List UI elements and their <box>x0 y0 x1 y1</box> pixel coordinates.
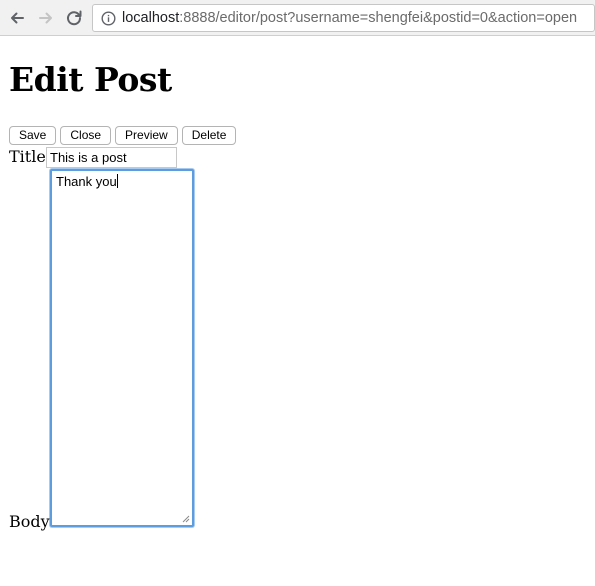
info-icon[interactable] <box>101 10 116 26</box>
body-textarea[interactable]: Thank you <box>50 169 194 527</box>
browser-toolbar: localhost:8888/editor/post?username=shen… <box>0 0 595 36</box>
forward-button[interactable] <box>34 6 58 30</box>
editor-actions: Save Close Preview Delete <box>9 126 240 146</box>
address-url: localhost:8888/editor/post?username=shen… <box>122 10 577 26</box>
title-label: Title <box>9 147 46 166</box>
body-text: Thank you <box>56 174 117 189</box>
reload-icon <box>67 10 82 26</box>
body-label: Body <box>9 512 50 531</box>
forward-arrow-icon <box>39 12 52 24</box>
page-title: Edit Post <box>9 60 172 99</box>
preview-button[interactable]: Preview <box>115 126 178 145</box>
address-bar[interactable]: localhost:8888/editor/post?username=shen… <box>92 4 595 32</box>
address-host: localhost <box>122 10 180 26</box>
text-caret <box>116 174 118 188</box>
close-button[interactable]: Close <box>60 126 112 145</box>
reload-button[interactable] <box>62 6 86 30</box>
delete-button[interactable]: Delete <box>181 126 237 145</box>
address-path: :8888/editor/post?username=shengfei&post… <box>179 10 578 26</box>
resize-handle-icon[interactable] <box>182 515 190 523</box>
title-input[interactable]: This is a post <box>46 147 177 168</box>
save-button[interactable]: Save <box>9 126 57 145</box>
back-button[interactable] <box>5 6 29 30</box>
back-arrow-icon <box>11 12 24 24</box>
